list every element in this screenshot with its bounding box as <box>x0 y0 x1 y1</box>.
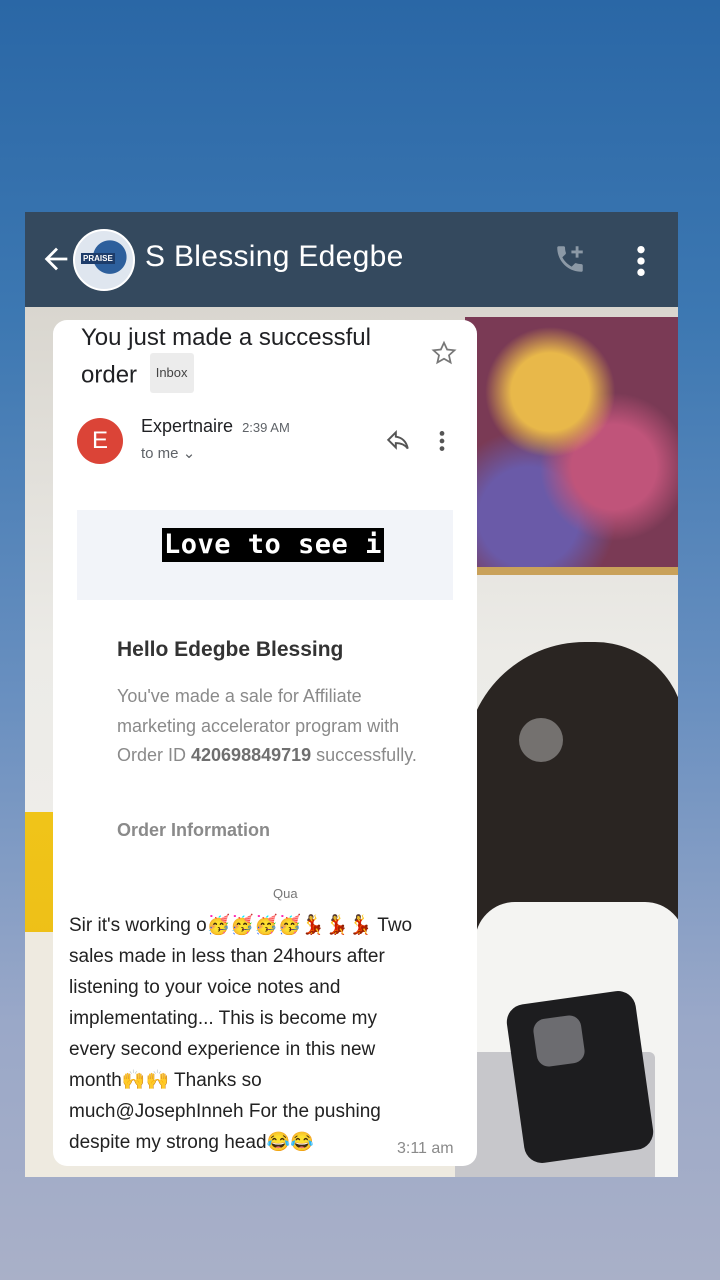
more-vert-icon[interactable] <box>631 244 651 278</box>
chat-header: PRAISE S Blessing Edegbe <box>25 212 678 307</box>
add-call-icon[interactable] <box>553 242 587 276</box>
forward-icon[interactable] <box>519 718 563 762</box>
background-painting <box>465 317 678 575</box>
email-more-icon <box>439 431 445 451</box>
recipient-line: to me ⌄ <box>141 444 195 462</box>
sender-time: 2:39 AM <box>242 420 290 435</box>
email-subject: You just made a successful order Inbox <box>81 320 411 396</box>
star-icon <box>431 340 457 365</box>
order-information-heading: Order Information <box>117 820 271 840</box>
background-phone-camera <box>531 1013 587 1069</box>
chevron-down-icon: ⌄ <box>182 445 196 462</box>
inbox-label: Inbox <box>149 353 194 393</box>
avatar[interactable]: PRAISE <box>73 229 135 291</box>
email-greeting: Hello Edegbe Blessing <box>117 638 344 661</box>
avatar-text: PRAISE <box>81 253 115 264</box>
email-subject-text: You just made a successful order <box>81 324 371 389</box>
back-arrow-icon[interactable] <box>39 242 73 276</box>
email-body: You've made a sale for Affiliate marketi… <box>117 682 417 771</box>
contact-name[interactable]: S Blessing Edegbe <box>145 240 404 274</box>
chat-message-text: Sir it's working o🥳🥳🥳🥳💃💃💃 Two sales made… <box>69 915 413 1153</box>
email-body-suffix: successfully. <box>311 745 417 765</box>
sender-line: Expertnaire 2:39 AM <box>141 416 290 437</box>
sender-name: Expertnaire <box>141 416 234 436</box>
video-caption: Love to see i <box>162 528 384 562</box>
cut-off-text: Qua <box>273 886 298 901</box>
order-id: 420698849719 <box>191 745 312 765</box>
sender-avatar: E <box>77 418 123 464</box>
email-screenshot-card: You just made a successful order Inbox E… <box>53 320 477 1166</box>
chat-message-time: 3:11 am <box>397 1140 454 1157</box>
recipient-label: to me <box>141 445 179 462</box>
reply-icon <box>386 429 409 450</box>
background-phone <box>504 988 656 1166</box>
story-frame: PRAISE S Blessing Edegbe You just made a… <box>25 212 678 1177</box>
